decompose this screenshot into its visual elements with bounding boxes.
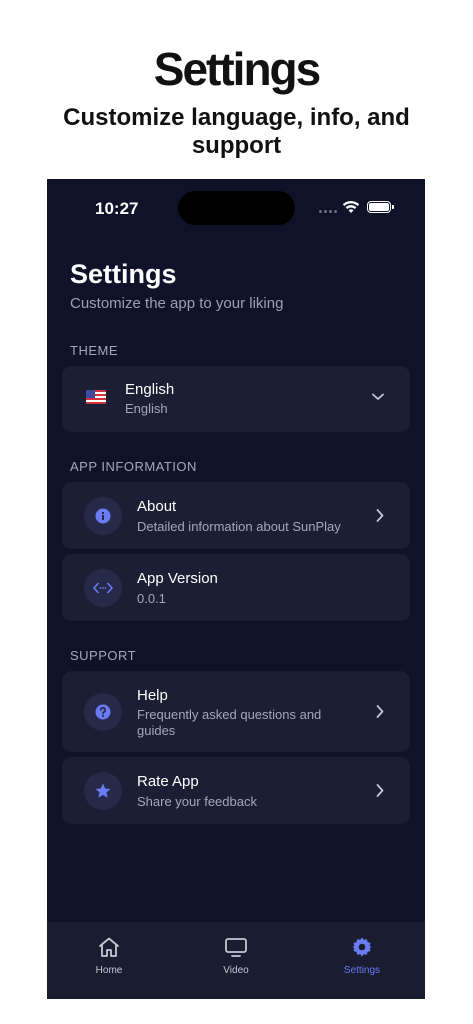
page-subtitle: Customize the app to your liking — [70, 295, 284, 312]
code-icon — [84, 569, 122, 607]
section-label-support: SUPPORT — [70, 648, 137, 663]
help-icon — [84, 693, 122, 731]
about-title: About — [137, 498, 177, 515]
app-version-value: 0.0.1 — [137, 591, 166, 606]
rate-app-title: Rate App — [137, 773, 199, 790]
rate-app-description: Share your feedback — [137, 794, 257, 809]
rate-app-item[interactable]: Rate App Share your feedback — [62, 757, 410, 824]
language-subtitle: English — [125, 401, 168, 416]
help-item[interactable]: Help Frequently asked questions and guid… — [62, 671, 410, 752]
help-title: Help — [137, 687, 168, 704]
tab-settings[interactable]: Settings — [322, 936, 402, 976]
app-version-item: App Version 0.0.1 — [62, 554, 410, 621]
chevron-down-icon — [372, 393, 384, 400]
gear-icon — [352, 937, 372, 957]
wifi-icon — [342, 201, 360, 213]
battery-icon — [367, 201, 394, 213]
tab-home-label: Home — [95, 965, 123, 976]
tab-video[interactable]: Video — [196, 936, 276, 976]
promo-subtitle: Customize language, info, and support — [63, 104, 410, 159]
tab-settings-label: Settings — [343, 965, 381, 976]
promo-title: Settings — [153, 43, 321, 95]
dynamic-island — [178, 191, 295, 225]
tab-video-label: Video — [223, 965, 249, 976]
chevron-right-icon — [376, 784, 384, 797]
phone-screen: 10:27 Settings Customize the app to your… — [47, 179, 425, 999]
tv-icon — [225, 938, 247, 957]
chevron-right-icon — [376, 705, 384, 718]
about-item[interactable]: About Detailed information about SunPlay — [62, 482, 410, 549]
star-icon — [84, 772, 122, 810]
info-icon — [84, 497, 122, 535]
tab-home[interactable]: Home — [69, 936, 149, 976]
page-title: Settings — [70, 259, 177, 289]
about-description: Detailed information about SunPlay — [137, 519, 341, 534]
help-description: Frequently asked questions and guides — [137, 707, 322, 738]
section-label-app-information: APP INFORMATION — [70, 459, 197, 474]
section-label-theme: THEME — [70, 343, 118, 358]
us-flag-icon — [86, 390, 106, 404]
status-time: 10:27 — [95, 199, 139, 218]
language-title: English — [125, 381, 175, 398]
home-icon — [99, 937, 119, 957]
chevron-right-icon — [376, 509, 384, 522]
language-selector[interactable]: English English — [62, 366, 410, 432]
cellular-signal-icon — [319, 210, 337, 213]
app-version-title: App Version — [137, 570, 218, 587]
tab-bar: Home Video Settings — [47, 922, 425, 999]
